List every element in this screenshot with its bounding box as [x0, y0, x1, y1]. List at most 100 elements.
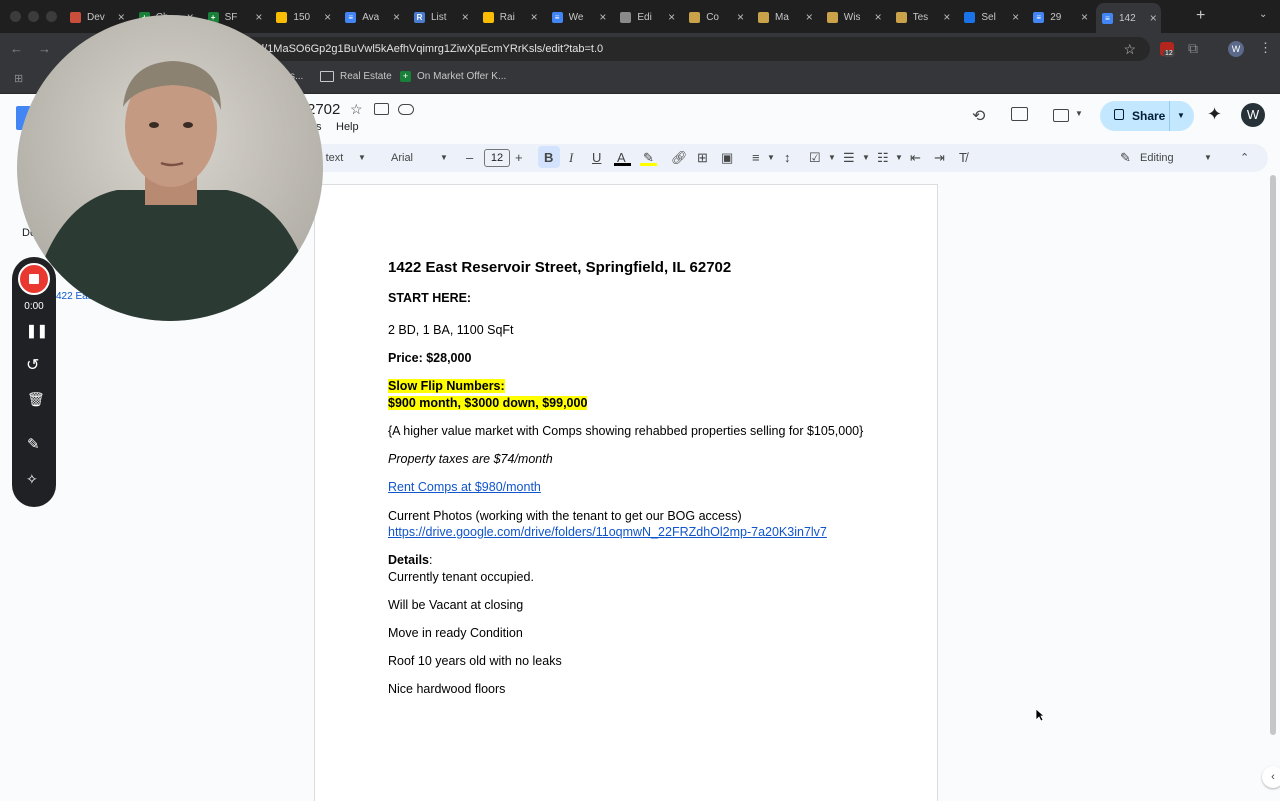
window-maximize-dot[interactable] [46, 11, 57, 22]
bookmark-star-icon[interactable]: ☆ [1123, 37, 1136, 61]
bold-icon[interactable]: B [544, 150, 553, 166]
restart-icon[interactable]: ↺ [26, 355, 39, 375]
tab-close-icon[interactable]: × [393, 10, 404, 24]
browser-tab[interactable]: Tes × [890, 4, 955, 30]
tab-close-icon[interactable]: × [531, 10, 542, 24]
comments-icon[interactable] [1011, 107, 1028, 121]
photos-note: Current Photos (working with the tenant … [388, 509, 742, 523]
document-scrollbar[interactable] [1270, 175, 1276, 775]
increase-font-size-icon[interactable]: + [515, 150, 523, 166]
tab-close-icon[interactable]: × [1150, 11, 1161, 25]
stop-recording-button[interactable] [18, 263, 50, 295]
scrollbar-thumb[interactable] [1270, 175, 1276, 735]
property-specs: 2 BD, 1 BA, 1100 SqFt [388, 323, 514, 337]
insert-link-icon[interactable]: 🔗︎ [671, 150, 688, 166]
rent-comps-link[interactable]: Rent Comps at $980/month [388, 480, 541, 494]
tab-close-icon[interactable]: × [462, 10, 473, 24]
draw-pen-icon[interactable]: ✎ [27, 435, 40, 453]
underline-icon[interactable]: U [592, 150, 601, 166]
meet-camera-icon[interactable] [1053, 109, 1069, 122]
browser-tab[interactable]: Edi × [614, 4, 679, 30]
line-spacing-icon[interactable]: ↕ [784, 150, 791, 166]
tab-close-icon[interactable]: × [943, 10, 954, 24]
back-arrow-icon[interactable]: ← [10, 41, 23, 56]
tab-title: 150 [293, 11, 311, 23]
gemini-sparkle-icon[interactable]: ✦ [1207, 104, 1222, 125]
version-history-icon[interactable]: ⟲ [972, 106, 985, 126]
align-left-icon[interactable]: ≡ [752, 150, 760, 166]
tab-favicon-icon [482, 11, 494, 23]
bookmark-real-estate[interactable]: Real Estate [320, 71, 392, 82]
tab-close-icon[interactable]: × [875, 10, 886, 24]
address-bar[interactable]: d/1MaSO6Gp2g1BuVwl5kAefhVqimrg1ZiwXpEcmY… [220, 37, 1150, 61]
font-dropdown-icon[interactable]: ▼ [440, 150, 448, 166]
bulleted-list-icon[interactable]: ☰ [843, 150, 855, 166]
extensions-puzzle-icon[interactable]: ⧉ [1188, 40, 1198, 57]
browser-tab[interactable]: Co × [683, 4, 748, 30]
window-minimize-dot[interactable] [28, 11, 39, 22]
decrease-indent-icon[interactable]: ⇤ [910, 150, 921, 166]
browser-tab[interactable]: ≡ We × [546, 4, 611, 30]
pause-icon[interactable]: ❚❚ [26, 323, 48, 339]
menu-help[interactable]: Help [336, 121, 359, 133]
font-size-input[interactable]: 12 [484, 149, 510, 167]
photos-url-link[interactable]: https://drive.google.com/drive/folders/1… [388, 525, 827, 539]
star-icon[interactable]: ☆ [350, 101, 363, 118]
numbered-list-icon[interactable]: ☷ [877, 150, 889, 166]
tab-close-icon[interactable]: × [1012, 10, 1023, 24]
delete-trash-icon[interactable]: 🗑︎ [27, 391, 45, 408]
tab-close-icon[interactable]: × [1081, 10, 1092, 24]
window-close-dot[interactable] [10, 11, 21, 22]
tab-close-icon[interactable]: × [324, 10, 335, 24]
collapse-menus-icon[interactable]: ⌃ [1240, 150, 1249, 166]
browser-tab[interactable]: ≡ Ava × [339, 4, 404, 30]
tab-search-chevron-icon[interactable]: ⌄ [1259, 9, 1267, 20]
clear-formatting-icon[interactable]: T̸ [959, 150, 967, 166]
new-tab-icon[interactable]: + [1196, 7, 1205, 25]
account-avatar[interactable]: W [1241, 103, 1265, 127]
webcam-bubble[interactable] [17, 15, 323, 321]
tab-close-icon[interactable]: × [255, 10, 266, 24]
text-color-swatch [614, 163, 631, 166]
checklist-icon[interactable]: ☑ [809, 150, 821, 166]
italic-icon[interactable]: I [569, 150, 573, 166]
browser-tab[interactable]: ≡ 142 × [1096, 3, 1161, 33]
align-dropdown-icon[interactable]: ▼ [767, 150, 775, 166]
increase-indent-icon[interactable]: ⇥ [934, 150, 945, 166]
share-dropdown-icon[interactable]: ▼ [1177, 111, 1185, 120]
url-text: d/1MaSO6Gp2g1BuVwl5kAefhVqimrg1ZiwXpEcmY… [258, 43, 604, 55]
forward-arrow-icon[interactable]: → [38, 41, 51, 56]
browser-tab[interactable]: 150 × [270, 4, 335, 30]
apps-grid-icon[interactable]: ⊞ [14, 72, 23, 85]
profile-avatar[interactable]: W [1228, 41, 1244, 57]
browser-menu-icon[interactable]: ⋮ [1259, 40, 1272, 56]
bookmark-on-market-offer[interactable]: + On Market Offer K... [400, 71, 506, 82]
font-family-select[interactable]: Arial [391, 150, 413, 166]
browser-tab[interactable]: Rai × [477, 4, 542, 30]
tab-close-icon[interactable]: × [599, 10, 610, 24]
style-dropdown-icon[interactable]: ▼ [358, 150, 366, 166]
insert-image-icon[interactable]: ▣ [721, 150, 733, 166]
tab-title: Co [706, 11, 719, 23]
browser-tab[interactable]: Sel × [958, 4, 1023, 30]
browser-tab[interactable]: R List × [408, 4, 473, 30]
browser-tab[interactable]: ≡ 29 × [1027, 4, 1092, 30]
numbered-dropdown-icon[interactable]: ▼ [895, 150, 903, 166]
share-button[interactable]: Share ▼ [1100, 101, 1194, 131]
decrease-font-size-icon[interactable]: – [466, 150, 473, 166]
browser-tab[interactable]: Wis × [821, 4, 886, 30]
checklist-dropdown-icon[interactable]: ▼ [828, 150, 836, 166]
tab-close-icon[interactable]: × [806, 10, 817, 24]
meet-dropdown-icon[interactable]: ▼ [1075, 109, 1083, 118]
tab-close-icon[interactable]: × [737, 10, 748, 24]
tab-close-icon[interactable]: × [668, 10, 679, 24]
browser-tab[interactable]: Ma × [752, 4, 817, 30]
add-comment-icon[interactable]: ⊞ [697, 150, 708, 166]
editing-pencil-icon[interactable]: ✎ [1120, 150, 1131, 166]
mode-dropdown-icon[interactable]: ▼ [1204, 150, 1212, 166]
side-panel-expand-icon[interactable]: ‹ [1262, 766, 1280, 788]
effects-wand-icon[interactable]: ✧ [26, 471, 38, 488]
move-folder-icon[interactable] [374, 103, 389, 115]
editing-mode-select[interactable]: Editing [1140, 150, 1174, 166]
bullet-dropdown-icon[interactable]: ▼ [862, 150, 870, 166]
